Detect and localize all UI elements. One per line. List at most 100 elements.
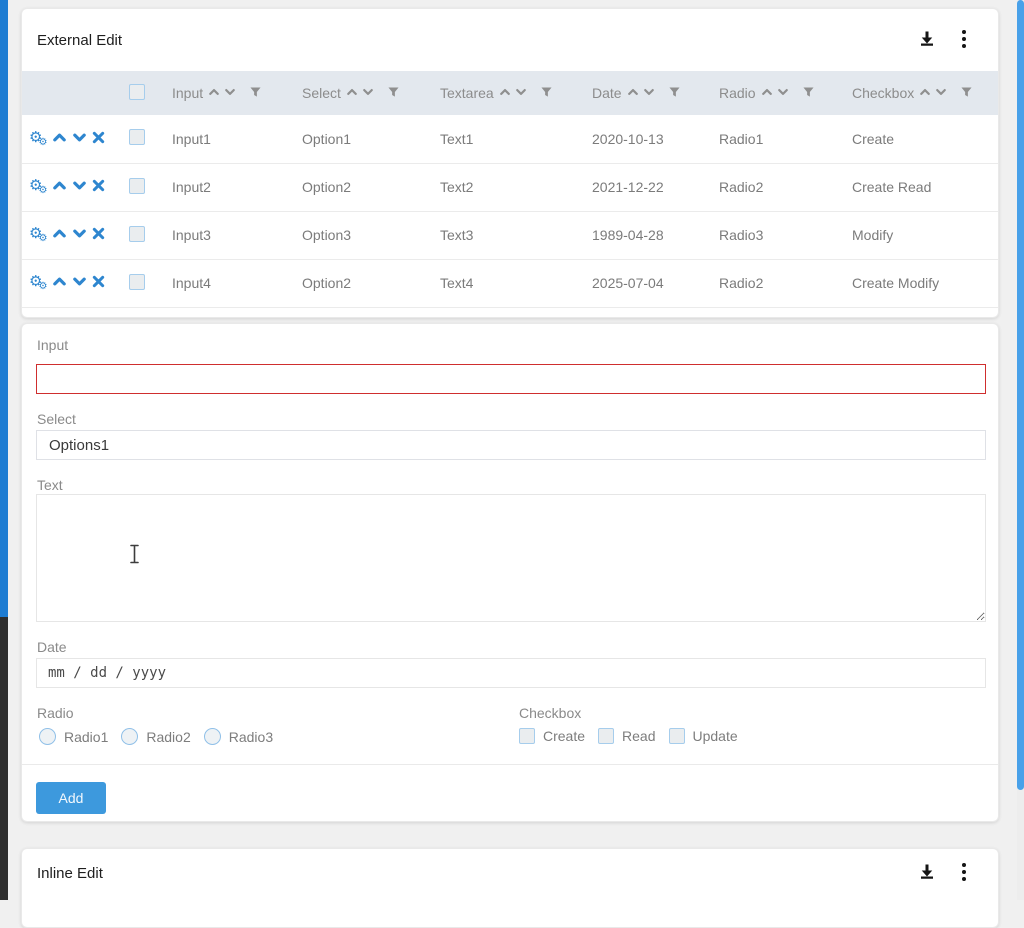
row-checkbox[interactable] [129, 178, 145, 194]
checkbox-option-create[interactable]: Create [519, 728, 585, 744]
cell-radio: Radio2 [711, 163, 844, 211]
data-table: Input Select [22, 71, 999, 308]
row-delete-icon[interactable] [92, 275, 105, 291]
sort-desc-icon[interactable] [224, 85, 236, 101]
row-move-up-icon[interactable] [52, 274, 67, 292]
left-scrollbar-track [0, 617, 8, 900]
table-row: ⚙︎⚙︎ Input3 Option3 Text3 1989-04-28 Rad… [22, 211, 999, 259]
filter-icon[interactable] [388, 85, 399, 101]
filter-icon[interactable] [669, 85, 680, 101]
cell-select: Option2 [294, 259, 432, 307]
cell-checkbox: Create [844, 115, 999, 163]
sort-asc-icon[interactable] [346, 85, 358, 101]
sort-desc-icon[interactable] [777, 85, 789, 101]
card-header: External Edit [22, 9, 998, 71]
card-title: Inline Edit [37, 865, 103, 882]
row-settings-icon[interactable]: ⚙︎⚙︎ [29, 226, 47, 244]
row-settings-icon[interactable]: ⚙︎⚙︎ [29, 178, 47, 196]
table-row: ⚙︎⚙︎ Input2 Option2 Text2 2021-12-22 Rad… [22, 163, 999, 211]
menu-button[interactable] [962, 30, 966, 51]
checkbox-option-read[interactable]: Read [598, 728, 655, 744]
table-row: ⚙︎⚙︎ Input1 Option1 Text1 2020-10-13 Rad… [22, 115, 999, 163]
text-field[interactable] [36, 494, 986, 622]
select-label: Select [37, 411, 76, 427]
cell-radio: Radio1 [711, 115, 844, 163]
sort-asc-icon[interactable] [627, 85, 639, 101]
menu-button[interactable] [962, 863, 966, 884]
sort-asc-icon[interactable] [499, 85, 511, 101]
add-button[interactable]: Add [36, 782, 106, 814]
page-scrollbar-thumb[interactable] [1017, 0, 1024, 790]
select-field[interactable]: Options1 [36, 430, 986, 460]
column-header-date: Date [584, 71, 711, 115]
date-field[interactable] [36, 658, 986, 688]
download-button[interactable] [918, 30, 936, 51]
column-header-select: Select [294, 71, 432, 115]
cell-checkbox: Create Read [844, 163, 999, 211]
download-icon [918, 30, 936, 51]
row-move-down-icon[interactable] [72, 178, 87, 196]
cell-date: 2021-12-22 [584, 163, 711, 211]
sort-asc-icon[interactable] [208, 85, 220, 101]
row-move-down-icon[interactable] [72, 130, 87, 148]
cell-date: 2020-10-13 [584, 115, 711, 163]
sort-desc-icon[interactable] [935, 85, 947, 101]
table-header-row: Input Select [22, 71, 999, 115]
radio-group: Radio1 Radio2 Radio3 [39, 728, 273, 745]
row-settings-icon[interactable]: ⚙︎⚙︎ [29, 130, 47, 148]
checkbox-icon [669, 728, 685, 744]
filter-icon[interactable] [961, 85, 972, 101]
sort-asc-icon[interactable] [919, 85, 931, 101]
row-delete-icon[interactable] [92, 227, 105, 243]
checkbox-option-update[interactable]: Update [669, 728, 738, 744]
row-move-down-icon[interactable] [72, 274, 87, 292]
radio-option-radio1[interactable]: Radio1 [39, 728, 108, 745]
cell-date: 1989-04-28 [584, 211, 711, 259]
filter-icon[interactable] [250, 85, 261, 101]
form-divider [22, 764, 998, 765]
cell-textarea: Text4 [432, 259, 584, 307]
row-move-up-icon[interactable] [52, 178, 67, 196]
download-button[interactable] [918, 863, 936, 884]
cell-select: Option2 [294, 163, 432, 211]
date-label: Date [37, 639, 67, 655]
row-move-down-icon[interactable] [72, 226, 87, 244]
cell-input: Input2 [164, 163, 294, 211]
row-move-up-icon[interactable] [52, 130, 67, 148]
sort-desc-icon[interactable] [643, 85, 655, 101]
column-label: Radio [719, 85, 756, 101]
checkbox-group-label: Checkbox [519, 705, 581, 721]
filter-icon[interactable] [803, 85, 814, 101]
inline-edit-card: Inline Edit [21, 848, 999, 928]
sort-desc-icon[interactable] [515, 85, 527, 101]
select-all-header [112, 71, 164, 115]
column-header-radio: Radio [711, 71, 844, 115]
cell-date: 2025-07-04 [584, 259, 711, 307]
column-header-checkbox: Checkbox [844, 71, 999, 115]
select-value: Options1 [49, 437, 109, 454]
column-header-textarea: Textarea [432, 71, 584, 115]
row-delete-icon[interactable] [92, 179, 105, 195]
cell-textarea: Text1 [432, 115, 584, 163]
row-delete-icon[interactable] [92, 131, 105, 147]
sort-asc-icon[interactable] [761, 85, 773, 101]
row-checkbox[interactable] [129, 274, 145, 290]
card-header: Inline Edit [22, 849, 998, 897]
column-label: Date [592, 85, 622, 101]
radio-option-radio2[interactable]: Radio2 [121, 728, 190, 745]
radio-icon [39, 728, 56, 745]
filter-icon[interactable] [541, 85, 552, 101]
checkbox-icon [598, 728, 614, 744]
input-field[interactable] [36, 364, 986, 394]
row-move-up-icon[interactable] [52, 226, 67, 244]
radio-option-radio3[interactable]: Radio3 [204, 728, 273, 745]
row-checkbox[interactable] [129, 129, 145, 145]
cell-input: Input1 [164, 115, 294, 163]
row-settings-icon[interactable]: ⚙︎⚙︎ [29, 274, 47, 292]
row-checkbox[interactable] [129, 226, 145, 242]
radio-icon [204, 728, 221, 745]
select-all-checkbox[interactable] [129, 84, 145, 100]
column-label: Textarea [440, 85, 494, 101]
sort-desc-icon[interactable] [362, 85, 374, 101]
left-scrollbar-thumb[interactable] [0, 0, 8, 617]
